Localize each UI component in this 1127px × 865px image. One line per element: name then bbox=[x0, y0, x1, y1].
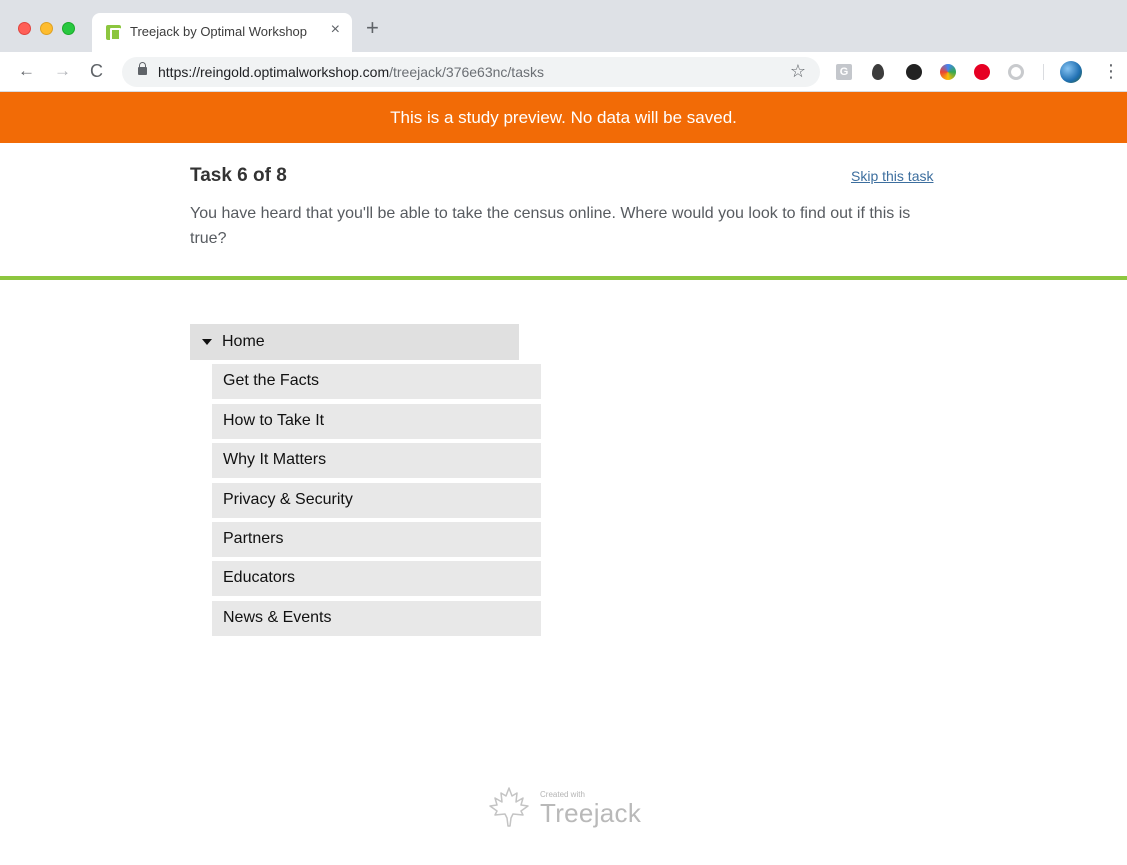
skip-task-link[interactable]: Skip this task bbox=[851, 168, 933, 184]
new-tab-button[interactable]: + bbox=[366, 17, 379, 39]
close-window-button[interactable] bbox=[18, 22, 31, 35]
task-divider bbox=[0, 276, 1127, 280]
tree-node-news-events[interactable]: News & Events bbox=[212, 601, 541, 636]
compass-icon[interactable] bbox=[940, 64, 956, 80]
reload-icon[interactable]: C bbox=[90, 61, 103, 81]
treejack-wordmark: Treejack bbox=[540, 798, 642, 828]
back-arrow-icon[interactable]: ← bbox=[18, 61, 35, 81]
grey-circle-icon[interactable] bbox=[1008, 64, 1024, 80]
preview-banner: This is a study preview. No data will be… bbox=[0, 92, 1127, 143]
tree-node-label: Home bbox=[222, 333, 265, 350]
profile-avatar[interactable] bbox=[1060, 61, 1082, 83]
url-text: https://reingold.optimalworkshop.com/tre… bbox=[158, 64, 544, 80]
address-bar[interactable]: https://reingold.optimalworkshop.com/tre… bbox=[122, 57, 820, 87]
tree-node-educators[interactable]: Educators bbox=[212, 561, 541, 596]
maximize-window-button[interactable] bbox=[62, 22, 75, 35]
bookmark-star-icon[interactable]: ☆ bbox=[790, 61, 806, 82]
drop-icon[interactable] bbox=[872, 64, 884, 80]
forward-arrow-icon[interactable]: → bbox=[54, 61, 71, 81]
lock-icon bbox=[138, 62, 147, 75]
browser-menu-icon[interactable]: ⋮ bbox=[1102, 60, 1120, 82]
tree-node-privacy-security[interactable]: Privacy & Security bbox=[212, 483, 541, 518]
browser-toolbar: ← → C https://reingold.optimalworkshop.c… bbox=[0, 52, 1127, 92]
maple-leaf-icon bbox=[489, 787, 529, 827]
tab-close-icon[interactable]: × bbox=[331, 21, 340, 39]
task-description: You have heard that you'll be able to ta… bbox=[190, 205, 911, 247]
tree-node-get-the-facts[interactable]: Get the Facts bbox=[212, 364, 541, 399]
browser-tab-strip: Treejack by Optimal Workshop × + bbox=[0, 0, 1127, 52]
tree-node-partners[interactable]: Partners bbox=[212, 522, 541, 557]
minimize-window-button[interactable] bbox=[40, 22, 53, 35]
tree-node-how-to-take-it[interactable]: How to Take It bbox=[212, 404, 541, 439]
task-title: Task 6 of 8 bbox=[190, 165, 287, 186]
treejack-footer-logo: Created with Treejack bbox=[486, 784, 656, 830]
caret-down-icon bbox=[202, 339, 212, 345]
toolbar-divider bbox=[1043, 64, 1044, 80]
tab-title: Treejack by Optimal Workshop bbox=[130, 24, 308, 39]
grammarly-icon[interactable]: G bbox=[836, 64, 852, 80]
browser-tab[interactable]: Treejack by Optimal Workshop × bbox=[92, 13, 352, 52]
tree-node-home[interactable]: Home bbox=[190, 324, 519, 360]
tree-node-why-it-matters[interactable]: Why It Matters bbox=[212, 443, 541, 478]
dark-circle-icon[interactable] bbox=[906, 64, 922, 80]
treejack-favicon-icon bbox=[106, 25, 121, 41]
pinterest-icon[interactable] bbox=[974, 64, 990, 80]
